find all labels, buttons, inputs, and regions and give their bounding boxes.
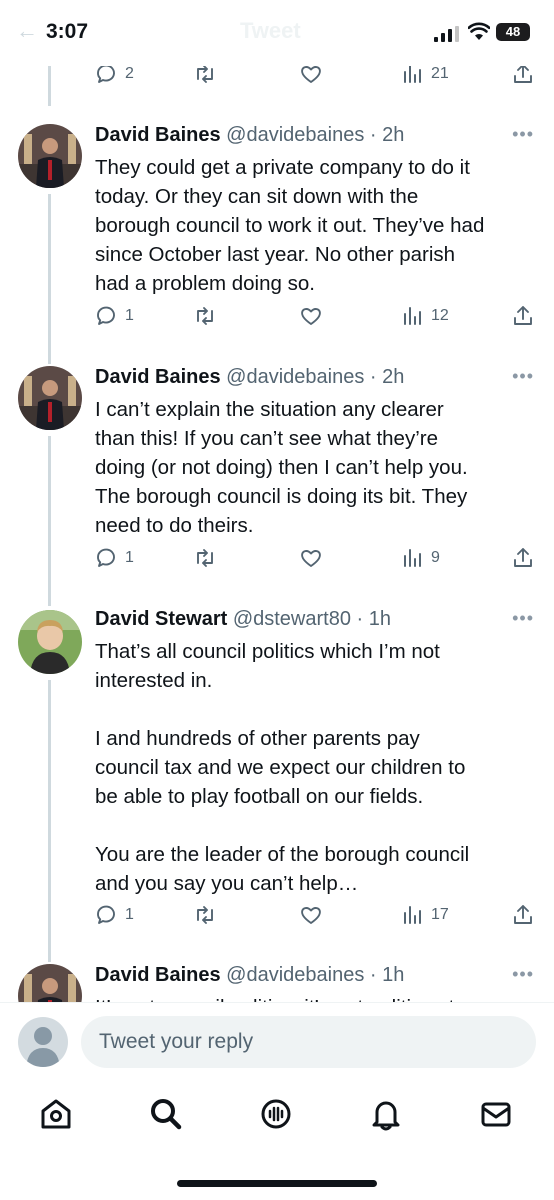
display-name[interactable]: David Baines bbox=[95, 366, 221, 388]
avatar[interactable] bbox=[18, 610, 82, 674]
views-icon bbox=[404, 906, 421, 924]
reply-count: 1 bbox=[125, 906, 134, 923]
reply-button[interactable]: 1 bbox=[95, 903, 134, 927]
more-options-icon[interactable]: ••• bbox=[512, 366, 534, 387]
reply-composer: Tweet your reply bbox=[0, 1003, 554, 1078]
retweet-icon bbox=[197, 906, 213, 924]
tweet-actions: 2 21 bbox=[95, 62, 535, 92]
username[interactable]: @davidebaines bbox=[226, 124, 364, 146]
tweet-text: I can’t explain the situation any cleare… bbox=[95, 398, 468, 537]
back-arrow-icon[interactable]: ← bbox=[16, 18, 38, 44]
heart-icon bbox=[301, 550, 321, 567]
spaces-icon[interactable] bbox=[258, 1096, 294, 1132]
timestamp: 2h bbox=[382, 124, 405, 146]
tweet-header: David Stewart @dstewart80 · 1h bbox=[95, 608, 391, 630]
avatar[interactable] bbox=[18, 366, 82, 430]
username[interactable]: @davidebaines bbox=[226, 366, 364, 388]
retweet-button[interactable] bbox=[193, 903, 217, 927]
cellular-signal-icon bbox=[434, 26, 459, 42]
like-button[interactable] bbox=[299, 903, 323, 927]
views-button[interactable]: 12 bbox=[401, 304, 449, 328]
more-options-icon[interactable]: ••• bbox=[512, 608, 534, 629]
reply-count: 1 bbox=[125, 549, 134, 566]
retweet-button[interactable] bbox=[193, 546, 217, 570]
views-count: 17 bbox=[431, 906, 449, 923]
clock: 3:07 bbox=[46, 20, 89, 43]
display-name[interactable]: David Baines bbox=[95, 964, 221, 986]
views-count: 21 bbox=[431, 65, 449, 82]
header-title: Tweet bbox=[240, 18, 301, 43]
thread-line bbox=[48, 436, 51, 606]
timestamp: 2h bbox=[382, 366, 405, 388]
share-icon bbox=[514, 905, 532, 924]
timestamp: 1h bbox=[368, 608, 391, 630]
home-icon[interactable] bbox=[38, 1096, 74, 1132]
thread-line bbox=[48, 680, 51, 962]
share-button[interactable] bbox=[511, 903, 535, 927]
more-options-icon[interactable]: ••• bbox=[512, 124, 534, 145]
display-name[interactable]: David Baines bbox=[95, 124, 221, 146]
tweet-header: David Baines @davidebaines · 1h bbox=[95, 964, 405, 986]
reply-button[interactable]: 1 bbox=[95, 304, 134, 328]
reply-icon bbox=[97, 905, 115, 924]
like-button[interactable] bbox=[299, 546, 323, 570]
reply-input[interactable]: Tweet your reply bbox=[81, 1016, 536, 1068]
views-count: 12 bbox=[431, 307, 449, 324]
username[interactable]: @davidebaines bbox=[226, 964, 364, 986]
tweet[interactable]: David Baines @davidebaines · 1h ••• It’s… bbox=[0, 964, 554, 1002]
home-indicator[interactable] bbox=[177, 1180, 377, 1187]
tweet-header: David Baines @davidebaines · 2h bbox=[95, 366, 405, 388]
user-avatar[interactable] bbox=[18, 1017, 68, 1067]
thread-line bbox=[48, 194, 51, 364]
reply-icon bbox=[97, 306, 115, 325]
retweet-button[interactable] bbox=[193, 304, 217, 328]
notifications-icon[interactable] bbox=[368, 1096, 404, 1132]
views-icon bbox=[404, 307, 421, 325]
reply-count: 2 bbox=[125, 65, 134, 82]
views-icon bbox=[404, 549, 421, 567]
share-button[interactable] bbox=[511, 546, 535, 570]
share-icon bbox=[514, 548, 532, 567]
views-count: 9 bbox=[431, 549, 440, 566]
avatar[interactable] bbox=[18, 964, 82, 1002]
tweet-text: That’s all council politics which I’m no… bbox=[95, 640, 470, 895]
search-icon[interactable] bbox=[148, 1096, 184, 1132]
bottom-navigation bbox=[0, 1080, 554, 1150]
heart-icon bbox=[301, 308, 321, 325]
avatar[interactable] bbox=[18, 124, 82, 188]
views-button[interactable]: 17 bbox=[401, 903, 449, 927]
battery-icon: 48 bbox=[496, 23, 530, 41]
heart-icon bbox=[301, 907, 321, 924]
more-options-icon[interactable]: ••• bbox=[512, 964, 534, 985]
share-icon bbox=[514, 306, 532, 325]
reply-button[interactable]: 1 bbox=[95, 546, 134, 570]
tweet-text: It’s not council politics, it’s not poli… bbox=[95, 993, 525, 1002]
username[interactable]: @dstewart80 bbox=[233, 608, 351, 630]
tweet-header: David Baines @davidebaines · 2h bbox=[95, 124, 405, 146]
display-name[interactable]: David Stewart bbox=[95, 608, 227, 630]
like-button[interactable] bbox=[299, 304, 323, 328]
messages-icon[interactable] bbox=[478, 1096, 514, 1132]
thread-line bbox=[48, 66, 51, 106]
reply-icon bbox=[97, 548, 115, 567]
tweet-text: They could get a private company to do i… bbox=[95, 156, 485, 295]
tweet-actions: 1 9 bbox=[95, 546, 535, 576]
retweet-icon bbox=[197, 307, 213, 325]
status-bar: ← Tweet 3:07 48 bbox=[0, 0, 554, 66]
wifi-icon bbox=[468, 22, 490, 40]
tweet-actions: 1 12 bbox=[95, 304, 535, 334]
share-button[interactable] bbox=[511, 304, 535, 328]
reply-count: 1 bbox=[125, 307, 134, 324]
retweet-icon bbox=[197, 549, 213, 567]
views-button[interactable]: 9 bbox=[401, 546, 440, 570]
tweet-actions: 1 17 bbox=[95, 903, 535, 933]
timestamp: 1h bbox=[382, 964, 405, 986]
